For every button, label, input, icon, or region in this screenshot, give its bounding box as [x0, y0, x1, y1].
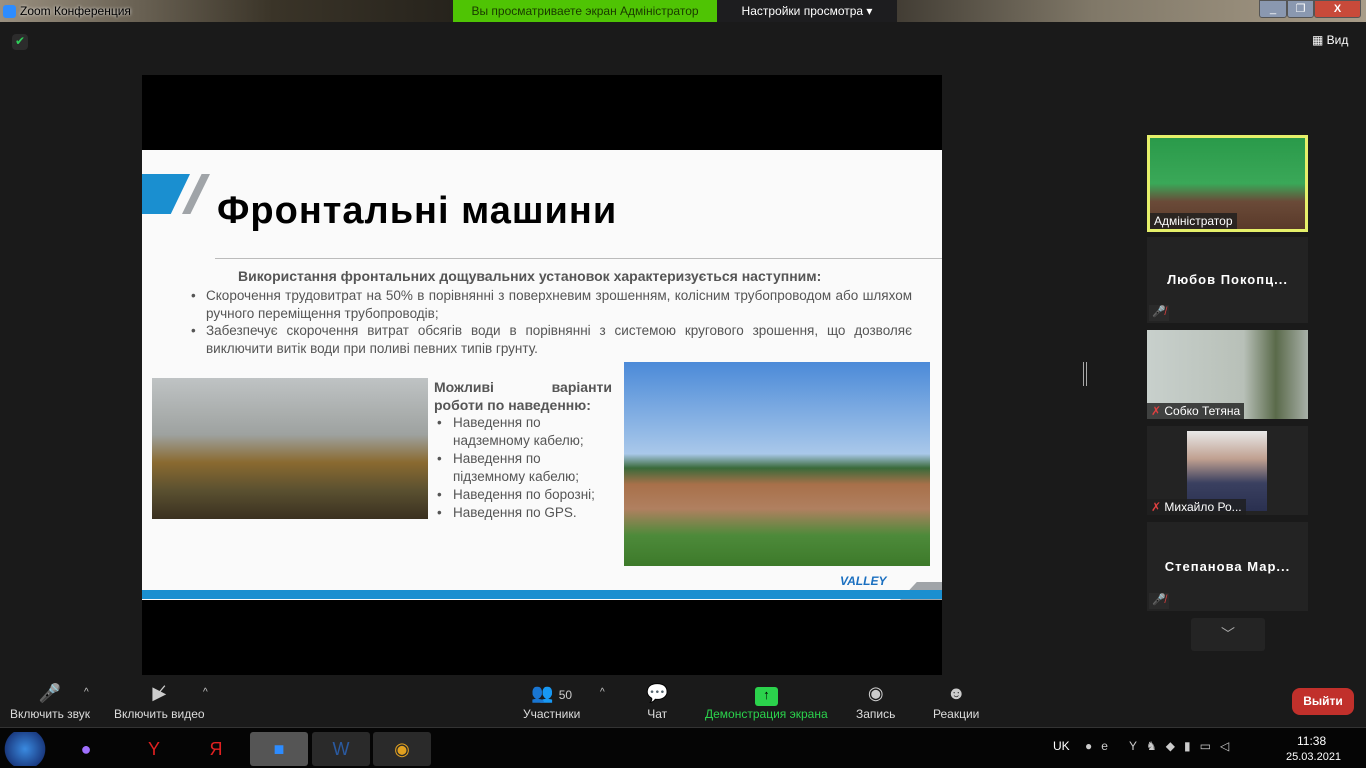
zoom-app-icon — [3, 5, 16, 18]
alice-icon[interactable]: ● — [60, 732, 112, 766]
modes-heading: Можливі варіанти — [434, 379, 612, 395]
grid-icon: ▦ — [1312, 33, 1327, 47]
participant-name: ✗ Собко Тетяна — [1147, 403, 1245, 419]
participant-tile[interactable]: ✗ Михайло Ро... — [1147, 426, 1308, 515]
slide-intro: Використання фронтальних дощувальних уст… — [238, 268, 822, 284]
mode-item: Наведення по підземному кабелю; — [434, 450, 612, 486]
mode-item: Наведення по GPS. — [434, 504, 612, 522]
mode-item: Наведення по борозні; — [434, 486, 612, 504]
chat-icon: 💬 — [646, 683, 669, 703]
valley-logo: VALLEY — [840, 574, 887, 588]
yandex-icon[interactable]: Я — [190, 732, 242, 766]
audio-options-caret[interactable]: ^ — [84, 687, 89, 698]
mic-muted-icon: ✗ — [1151, 500, 1165, 514]
participant-tile[interactable]: ✗ Собко Тетяна — [1147, 330, 1308, 419]
mic-muted-icon: 🎤̸ — [1149, 305, 1169, 321]
participant-name: ✗ Михайло Ро... — [1147, 499, 1246, 515]
security-shield-icon[interactable]: ✔ — [12, 34, 28, 50]
participants-options-caret[interactable]: ^ — [600, 687, 605, 698]
video-options-caret[interactable]: ^ — [203, 687, 208, 698]
reactions-button[interactable]: ☻ Реакции — [933, 683, 979, 721]
chat-button[interactable]: 💬 Чат — [646, 683, 668, 721]
slide-footer-bar — [142, 590, 942, 599]
close-button[interactable]: X — [1314, 0, 1361, 18]
irrigation-machine-photo-cornfield — [152, 378, 428, 519]
participants-button[interactable]: 👥 50 Участники — [523, 683, 580, 721]
clock-date: 25.03.2021 — [1286, 751, 1342, 763]
view-label: Вид — [1326, 33, 1349, 47]
slide-bullet: Забезпечує скорочення витрат обсягів вод… — [191, 322, 912, 358]
window-title: Zoom Конференция — [20, 4, 131, 18]
divider — [215, 258, 942, 259]
start-button-icon[interactable] — [2, 732, 48, 766]
record-icon: ◉ — [867, 683, 884, 703]
participant-tile[interactable]: Любов Покопц... 🎤̸ — [1147, 237, 1308, 323]
chrome-icon[interactable]: ◉ — [373, 732, 431, 766]
reactions-icon: ☻ — [946, 683, 966, 703]
guidance-modes: Можливі варіанти роботи по наведенню: На… — [434, 378, 612, 522]
language-indicator[interactable]: UK — [1053, 739, 1070, 753]
leave-button[interactable]: Выйти — [1292, 688, 1354, 715]
mic-muted-icon: ✗ — [1151, 404, 1165, 418]
mode-item: Наведення по надземному кабелю; — [434, 414, 612, 450]
share-screen-icon: ↑ — [705, 683, 828, 707]
slide-bullet: Скорочення трудовитрат на 50% в порівнян… — [191, 287, 912, 323]
participant-tile-admin[interactable]: Адміністратор — [1147, 135, 1308, 232]
slide-decor-stripe — [142, 174, 190, 214]
participant-name: Адміністратор — [1150, 213, 1237, 229]
screen-share-banner: Вы просматриваете экран Адміністратор — [453, 0, 717, 22]
panel-resize-handle[interactable] — [1083, 362, 1087, 386]
start-video-button[interactable]: ▶̸ Включить видео — [114, 683, 205, 721]
mic-muted-icon: 🎤 — [38, 683, 62, 703]
irrigation-machine-photo-field — [624, 362, 930, 566]
windows-taskbar: ● Y Я ■ W ◉ UK ●e Y♞◆▮▭◁ 11:38 25.03.202… — [0, 727, 1366, 768]
zoom-taskbar-icon[interactable]: ■ — [250, 732, 308, 766]
participant-tile[interactable]: Степанова Мар... 🎤̸ — [1147, 522, 1308, 611]
view-settings-dropdown[interactable]: Настройки просмотра ▾ — [717, 0, 897, 22]
tray-icons[interactable]: ●e Y♞◆▮▭◁ — [1085, 739, 1238, 753]
minimize-button[interactable]: _ — [1259, 0, 1287, 18]
view-button[interactable]: ▦ Вид — [1312, 33, 1348, 47]
participant-name: Любов Покопц... — [1167, 272, 1288, 287]
slide-title: Фронтальні машини — [217, 190, 618, 232]
mic-muted-icon: 🎤̸ — [1149, 593, 1169, 609]
participant-name: Степанова Мар... — [1164, 559, 1291, 574]
modes-heading: роботи по наведенню: — [434, 397, 591, 413]
video-off-icon: ▶̸ — [152, 683, 167, 703]
presentation-slide: Фронтальні машини Використання фронтальн… — [142, 150, 942, 600]
meeting-toolbar: 🎤 Включить звук ^ ▶̸ Включить видео ^ 👥 50… — [0, 675, 1366, 727]
participants-icon: 👥 50 — [531, 683, 573, 703]
share-screen-button[interactable]: ↑ Демонстрация экрана — [705, 683, 828, 721]
yandex-browser-icon[interactable]: Y — [128, 732, 180, 766]
record-button[interactable]: ◉ Запись — [856, 683, 895, 721]
word-icon[interactable]: W — [312, 732, 370, 766]
restore-button[interactable]: ❐ — [1287, 0, 1314, 18]
unmute-button[interactable]: 🎤 Включить звук — [10, 683, 90, 721]
clock-time: 11:38 — [1297, 734, 1327, 748]
scroll-down-chevron-icon[interactable]: ﹀ — [1191, 618, 1265, 651]
